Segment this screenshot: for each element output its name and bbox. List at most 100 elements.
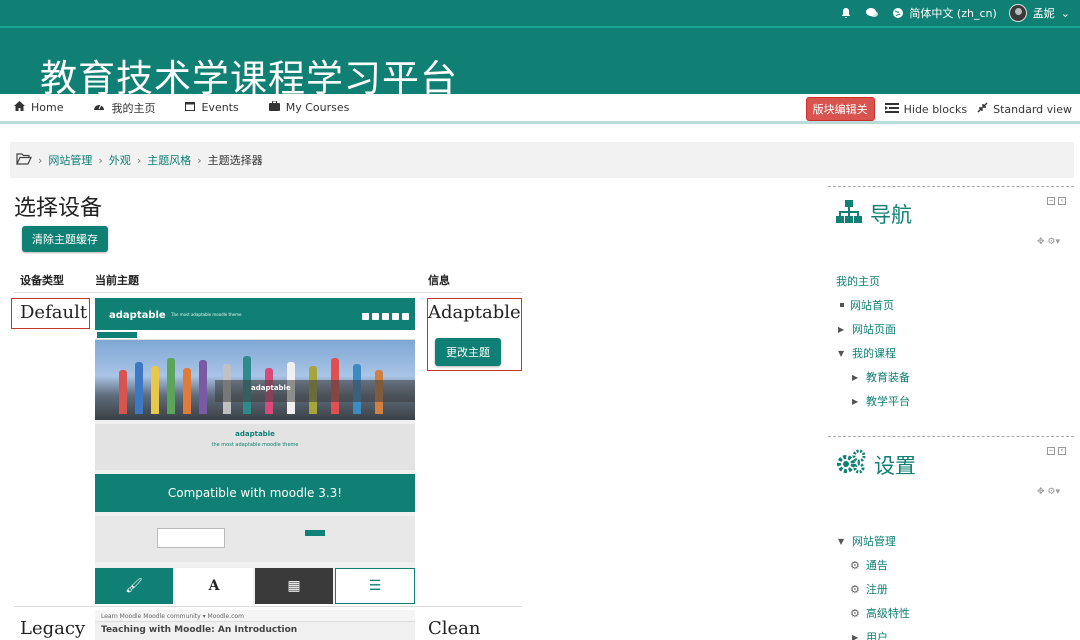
- device-default: Default: [20, 302, 88, 323]
- settings-tree-item[interactable]: ▶ 用户: [836, 625, 910, 640]
- preview-tile-frontpage: ▦: [255, 568, 333, 604]
- preview-subnav: [95, 330, 415, 340]
- theme-preview-clean: Learn Moodle Moodle community ▾ Moodle.c…: [95, 610, 415, 640]
- language-label: 简体中文 (zh_cn): [909, 7, 997, 20]
- dock-icon[interactable]: ‹: [1058, 447, 1066, 455]
- breadcrumb-appearance[interactable]: 外观: [109, 152, 131, 168]
- theme-name-adaptable: Adaptable: [428, 302, 521, 323]
- table-divider: [14, 606, 522, 607]
- page-title: 选择设备: [14, 196, 103, 221]
- breadcrumb: › 网站管理 › 外观 › 主题风格 › 主题选择器: [10, 142, 1074, 178]
- navigation-block: 导航 − ‹ ✥ ⚙▾ 我的主页 网站首页 ▶ 网站页面 ▼ 我的课程 ▶ 教育装备 …: [828, 186, 1074, 436]
- nav-events[interactable]: Events: [185, 101, 239, 114]
- collapse-icon[interactable]: −: [1047, 197, 1055, 205]
- navigation-block-title: 导航: [870, 203, 912, 227]
- preview-tagline: The most adaptable moodle theme: [171, 312, 242, 317]
- breadcrumb-site-admin[interactable]: 网站管理: [48, 152, 92, 168]
- chevron-right-icon: ▶: [852, 632, 859, 640]
- breadcrumb-theme-selector: 主题选择器: [207, 154, 263, 167]
- edit-blocks-button[interactable]: 版块编辑关: [805, 97, 875, 121]
- globe-icon: [891, 6, 905, 20]
- preview-intro: adaptable the most adaptable moodle them…: [95, 424, 415, 470]
- hide-blocks-button[interactable]: Hide blocks: [884, 102, 967, 116]
- compress-icon: [977, 102, 988, 116]
- nav-home[interactable]: Home: [14, 101, 63, 114]
- nav-tree-item[interactable]: ▶ 教学平台: [836, 389, 910, 413]
- change-theme-button[interactable]: 更改主题: [435, 338, 501, 366]
- column-header-info: 信息: [428, 274, 450, 287]
- navigation-block-header: 导航: [836, 199, 912, 229]
- nav-tree-item[interactable]: ▼ 我的课程: [836, 341, 910, 365]
- home-icon: [14, 101, 25, 114]
- nav-courses-label: My Courses: [285, 101, 350, 114]
- dock-icon[interactable]: ‹: [1058, 197, 1066, 205]
- username: 孟妮: [1032, 7, 1055, 20]
- nav-dashboard[interactable]: 我的主页: [93, 100, 155, 116]
- avatar: [1008, 4, 1027, 22]
- nav-tree-item[interactable]: 我的主页: [836, 269, 910, 293]
- nav-tree-item[interactable]: 网站首页: [836, 293, 910, 317]
- main-navbar: Home 我的主页 Events My Courses 版块编辑关 Hide b…: [0, 94, 1080, 124]
- preview-hero-photo: adaptable: [95, 340, 415, 420]
- standard-view-label: Standard view: [993, 102, 1072, 116]
- theme-name-clean: Clean: [428, 618, 481, 639]
- collapse-icon[interactable]: −: [1047, 447, 1055, 455]
- gear-icon: ⚙: [850, 606, 860, 620]
- chevron-down-icon: ▼: [838, 348, 845, 358]
- theme-preview-adaptable: adaptable The most adaptable moodle them…: [95, 298, 415, 604]
- breadcrumb-separator: ›: [98, 153, 103, 167]
- preview-intro-sub: the most adaptable moodle theme: [211, 442, 299, 448]
- move-icon[interactable]: ✥ ⚙▾: [1037, 487, 1060, 497]
- preview-social-icons: [362, 313, 409, 320]
- chevron-right-icon: ▶: [838, 324, 845, 334]
- clean-preview-bar: Learn Moodle Moodle community ▾ Moodle.c…: [95, 610, 415, 622]
- preview-tiles: 🖌 A ▦ ☰: [95, 568, 415, 604]
- clear-theme-cache-button[interactable]: 清除主题缓存: [22, 226, 108, 252]
- chat-icon[interactable]: [865, 6, 879, 20]
- nav-courses[interactable]: My Courses: [268, 100, 350, 114]
- gear-icon: ⚙: [850, 582, 860, 596]
- standard-view-button[interactable]: Standard view: [977, 102, 1072, 116]
- preview-tile-fonts: A: [175, 568, 253, 604]
- dashboard-icon: [93, 101, 105, 114]
- cogs-icon: [836, 449, 866, 480]
- user-menu[interactable]: 孟妮 ⌄: [1008, 4, 1070, 22]
- site-banner: 教育技术学课程学习平台: [0, 26, 1080, 100]
- settings-tree-item[interactable]: ⚙ 注册: [836, 577, 910, 601]
- settings-tree-item[interactable]: ▼ 网站管理: [836, 529, 910, 553]
- chevron-down-icon: ▼: [838, 536, 845, 546]
- preview-intro-title: adaptable: [235, 430, 275, 438]
- clean-preview-text: Teaching with Moodle: An Introduction: [101, 625, 298, 635]
- top-bar: 简体中文 (zh_cn) 孟妮 ⌄: [0, 0, 1080, 26]
- settings-block: 设置 − ‹ ✥ ⚙▾ ▼ 网站管理 ⚙ 通告 ⚙ 注册 ⚙ 高级特性 ▶ 用户: [828, 436, 1074, 640]
- bell-icon[interactable]: [839, 6, 853, 20]
- navigation-tree: 我的主页 网站首页 ▶ 网站页面 ▼ 我的课程 ▶ 教育装备 ▶ 教学平台: [836, 269, 910, 413]
- nav-tree-item[interactable]: ▶ 教育装备: [836, 365, 910, 389]
- nav-events-label: Events: [201, 101, 239, 114]
- settings-tree-item[interactable]: ⚙ 高级特性: [836, 601, 910, 625]
- nav-home-label: Home: [31, 101, 64, 114]
- calendar-icon: [185, 101, 196, 114]
- move-icon[interactable]: ✥ ⚙▾: [1037, 237, 1060, 247]
- breadcrumb-separator: ›: [136, 153, 142, 167]
- settings-block-title: 设置: [874, 453, 916, 478]
- preview-header: adaptable The most adaptable moodle them…: [95, 304, 415, 330]
- settings-tree-item[interactable]: ⚙ 通告: [836, 553, 910, 577]
- breadcrumb-separator: ›: [197, 153, 202, 167]
- nav-tree-item[interactable]: ▶ 网站页面: [836, 317, 910, 341]
- block-controls: − ‹: [1047, 197, 1066, 205]
- breadcrumb-themes[interactable]: 主题风格: [147, 152, 191, 168]
- chevron-right-icon: ▶: [852, 396, 859, 406]
- table-divider: [14, 292, 522, 293]
- preview-photo-caption: adaptable: [251, 384, 291, 392]
- chevron-down-icon: ⌄: [1060, 6, 1070, 20]
- language-menu[interactable]: 简体中文 (zh_cn): [891, 5, 997, 21]
- block-controls: − ‹: [1047, 447, 1066, 455]
- chevron-right-icon: ▶: [852, 372, 859, 382]
- folder-open-icon: [16, 152, 32, 168]
- column-header-device: 设备类型: [20, 274, 64, 287]
- preview-compat-band: Compatible with moodle 3.3!: [95, 474, 415, 512]
- preview-tile-courselist: ☰: [335, 568, 415, 604]
- preview-tile-colors: 🖌: [95, 568, 173, 604]
- settings-block-header: 设置: [836, 449, 916, 480]
